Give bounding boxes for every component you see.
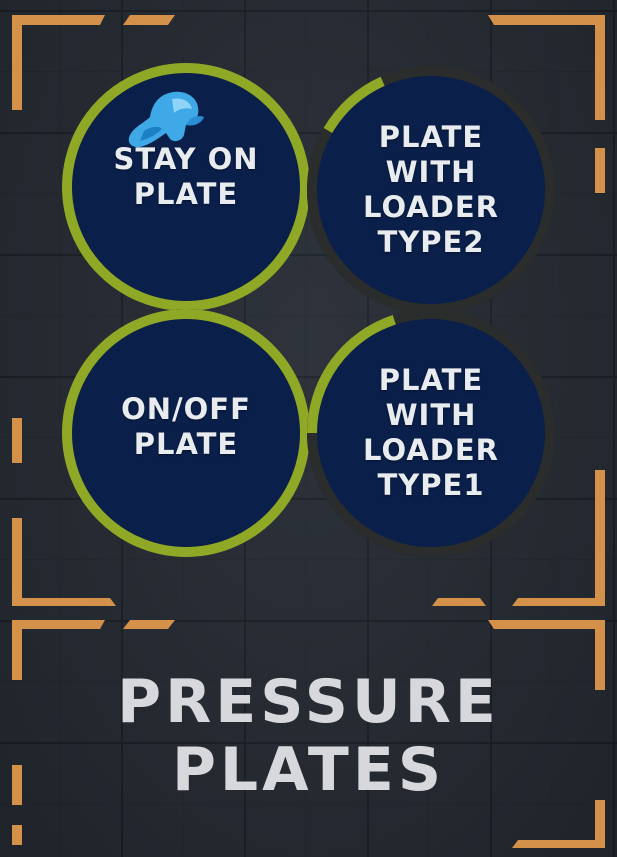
plate-on-off[interactable]: ON/OFF PLATE xyxy=(62,309,310,557)
section-title: PRESSURE PLATES xyxy=(117,667,500,805)
blue-character-icon xyxy=(128,91,204,148)
plate-label: ON/OFF PLATE xyxy=(121,392,251,461)
plate-label: PLATE WITH LOADER TYPE1 xyxy=(363,363,499,502)
plate-label: PLATE WITH LOADER TYPE2 xyxy=(363,120,499,259)
plate-loader-type1[interactable]: PLATE WITH LOADER TYPE1 xyxy=(307,309,555,557)
plate-loader-type2[interactable]: PLATE WITH LOADER TYPE2 xyxy=(307,66,555,314)
plate-label: STAY ON PLATE xyxy=(113,142,259,211)
